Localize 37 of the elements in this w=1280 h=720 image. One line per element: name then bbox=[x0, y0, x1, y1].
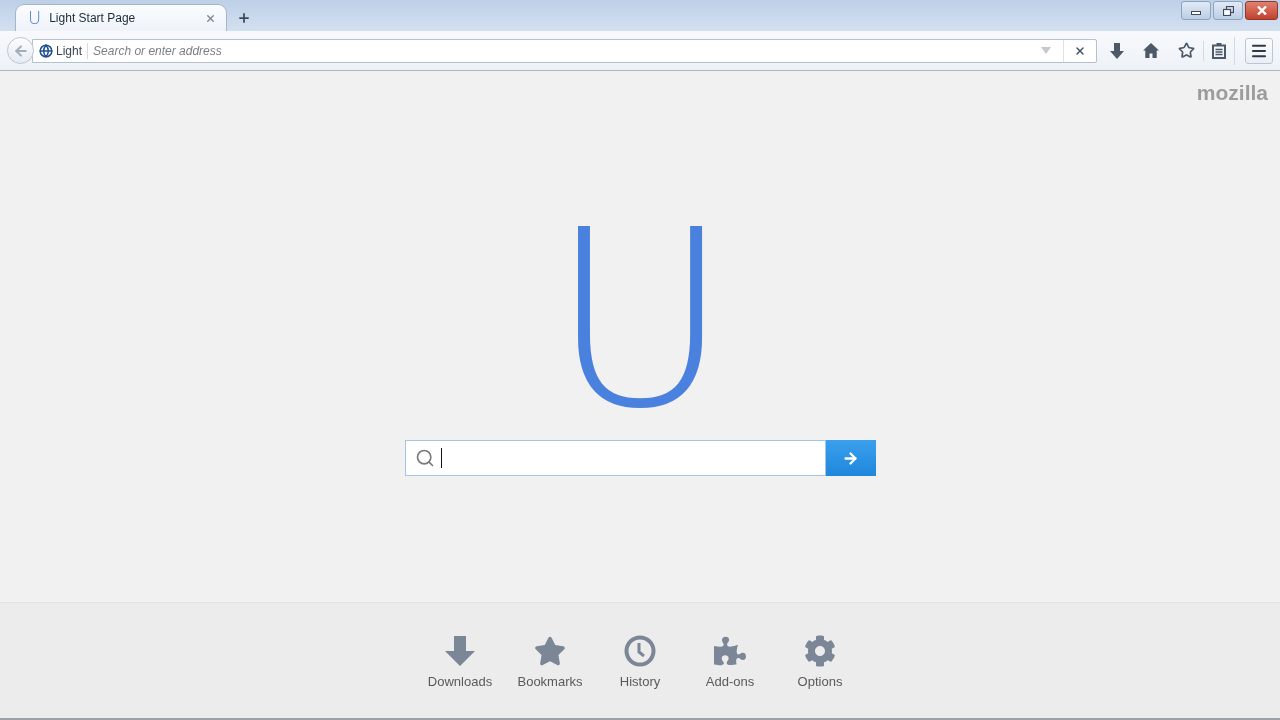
close-tab-icon[interactable] bbox=[205, 12, 216, 24]
minimize-button[interactable] bbox=[1181, 1, 1211, 20]
close-window-button[interactable] bbox=[1245, 1, 1278, 20]
options-button[interactable]: Options bbox=[775, 603, 865, 718]
address-input[interactable]: Search or enter address bbox=[88, 39, 1041, 62]
restore-button[interactable] bbox=[1213, 1, 1243, 20]
down-arrow-icon bbox=[1110, 42, 1124, 59]
tab-title: Light Start Page bbox=[49, 10, 137, 27]
search-field[interactable] bbox=[404, 440, 826, 476]
site-identity-label[interactable]: Light bbox=[56, 41, 83, 60]
clipboard-list-icon bbox=[1212, 42, 1226, 59]
house-icon bbox=[1143, 43, 1159, 58]
history-button[interactable]: History bbox=[595, 603, 685, 718]
puzzle-icon bbox=[714, 635, 746, 667]
bookmarks-button[interactable]: Bookmarks bbox=[505, 603, 595, 718]
search-icon bbox=[414, 448, 435, 468]
logo-letter: U bbox=[550, 199, 730, 443]
address-bar[interactable]: Light Search or enter address bbox=[32, 38, 1097, 63]
globe-icon bbox=[39, 43, 53, 58]
stop-icon[interactable] bbox=[1074, 44, 1086, 57]
add-ons-button[interactable]: Add-ons bbox=[685, 603, 775, 718]
star-icon bbox=[534, 635, 566, 667]
minimize-icon bbox=[1191, 11, 1201, 15]
tab-favicon: U bbox=[28, 9, 42, 27]
star-icon bbox=[1177, 42, 1195, 59]
close-icon bbox=[1256, 6, 1267, 15]
search-go-button[interactable] bbox=[825, 440, 876, 476]
restore-icon bbox=[1222, 5, 1234, 16]
right-arrow-icon bbox=[842, 449, 859, 467]
new-tab-icon[interactable] bbox=[237, 10, 251, 25]
down-arrow-icon bbox=[444, 635, 476, 667]
clock-icon bbox=[624, 635, 656, 667]
brand-wordmark: mozilla bbox=[1196, 81, 1268, 105]
browser-tab[interactable]: U Light Start Page bbox=[15, 4, 227, 31]
menu-button[interactable] bbox=[1245, 37, 1273, 64]
downloads-button[interactable]: Downloads bbox=[415, 603, 505, 718]
gear-icon bbox=[804, 635, 836, 667]
